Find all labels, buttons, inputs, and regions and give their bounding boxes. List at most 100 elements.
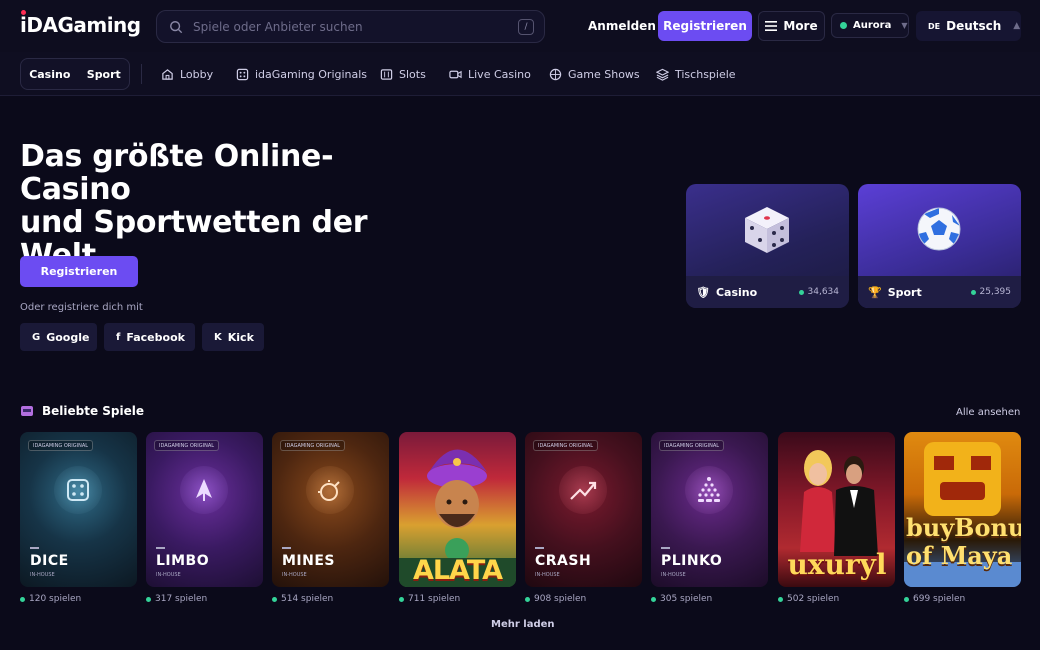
- title-accent: [30, 547, 39, 549]
- sport-category-card[interactable]: 🏆 Sport 25,395: [858, 184, 1021, 308]
- original-badge: IDAGAMING ORIGINAL: [28, 440, 94, 451]
- chips-stack-icon: [656, 68, 669, 81]
- players-count: 711 spielen: [408, 594, 461, 604]
- nav-slots-label: Slots: [399, 67, 426, 81]
- nav-table-games-label: Tischspiele: [675, 67, 736, 81]
- slot-machine-icon: [380, 68, 393, 80]
- kick-signup-button[interactable]: K Kick: [202, 323, 264, 351]
- casino-count-value: 34,634: [807, 287, 840, 297]
- title-accent: [661, 547, 670, 549]
- facebook-signup-button[interactable]: f Facebook: [104, 323, 195, 351]
- search-input[interactable]: [193, 19, 503, 34]
- view-all-link[interactable]: Alle ansehen: [956, 407, 1020, 418]
- casino-card-label: Casino: [715, 285, 758, 299]
- inhouse-label: IN-HOUSE: [30, 572, 55, 578]
- hamburger-icon: [765, 21, 778, 31]
- game-name: DICE: [30, 553, 69, 569]
- tab-sport[interactable]: Sport: [87, 68, 121, 81]
- load-more-button[interactable]: Mehr laden: [491, 619, 555, 630]
- video-camera-icon: [449, 70, 462, 78]
- game-name: PLINKO: [661, 553, 723, 569]
- online-dot-icon: [20, 596, 25, 602]
- players-count: 305 spielen: [660, 594, 713, 604]
- game-players-dice: 120 spielen: [20, 594, 81, 604]
- search-box[interactable]: /: [156, 10, 545, 43]
- game-art-title: ALATA: [412, 555, 503, 586]
- online-dot-icon: [904, 596, 909, 602]
- nav-originals[interactable]: idaGaming Originals: [236, 66, 367, 82]
- casino-category-card[interactable]: 🛡 Casino 34,634: [686, 184, 849, 308]
- chevron-down-icon: ▼: [901, 21, 908, 30]
- shield-icon: 🛡: [696, 285, 710, 299]
- more-menu-button[interactable]: More: [758, 11, 825, 41]
- plinko-pegs-icon: [698, 477, 720, 502]
- title-accent: [282, 547, 291, 549]
- hero-title-line-1: Das größte Online-Casino: [20, 139, 334, 207]
- nav-game-shows[interactable]: Game Shows: [549, 66, 640, 82]
- original-badge: IDAGAMING ORIGINAL: [154, 440, 220, 451]
- tab-casino[interactable]: Casino: [29, 68, 70, 81]
- nav-originals-label: idaGaming Originals: [255, 67, 368, 81]
- title-accent: [156, 547, 165, 549]
- game-tile-limbo[interactable]: IDAGAMING ORIGINAL LIMBO IN-HOUSE: [146, 432, 263, 587]
- trophy-icon: 🏆: [868, 285, 882, 299]
- hero-register-button[interactable]: Registrieren: [20, 256, 138, 287]
- language-flag-icon: DE: [928, 21, 941, 31]
- crash-emblem: [559, 466, 607, 514]
- nav-lobby[interactable]: Lobby: [161, 66, 213, 82]
- google-signup-button[interactable]: G Google: [20, 323, 97, 351]
- login-button[interactable]: Anmelden: [580, 12, 664, 40]
- search-icon: [170, 20, 183, 33]
- game-tile-luxury[interactable]: uxuryl: [778, 432, 895, 587]
- wheel-icon: [549, 68, 562, 80]
- online-dot-icon: [970, 289, 976, 295]
- game-tile-plinko[interactable]: IDAGAMING ORIGINAL PLINKO IN-HOUSE: [651, 432, 768, 587]
- site-logo[interactable]: iDAGaming: [20, 10, 141, 37]
- casino-sport-switch: Casino Sport: [20, 58, 130, 90]
- game-players-plinko: 305 spielen: [651, 594, 712, 604]
- players-count: 120 spielen: [29, 594, 82, 604]
- alt-signup-label: Oder registriere dich mit: [20, 302, 143, 313]
- game-players-mines: 514 spielen: [272, 594, 333, 604]
- nav-game-shows-label: Game Shows: [568, 67, 640, 81]
- players-count: 502 spielen: [787, 594, 840, 604]
- players-count: 908 spielen: [534, 594, 587, 604]
- soccer-ball-icon: [917, 207, 961, 251]
- server-label: Aurora: [853, 20, 892, 31]
- nav-live-casino[interactable]: Live Casino: [449, 66, 531, 82]
- online-dot-icon: [146, 596, 151, 602]
- online-dot-icon: [798, 289, 804, 295]
- online-dot-icon: [525, 596, 530, 602]
- game-tile-mines[interactable]: IDAGAMING ORIGINAL MINES IN-HOUSE: [272, 432, 389, 587]
- game-tile-maya[interactable]: buyBonu of Maya: [904, 432, 1021, 587]
- game-art-title: buyBonu of Maya: [906, 513, 1021, 570]
- game-tile-dice[interactable]: IDAGAMING ORIGINAL DICE IN-HOUSE: [20, 432, 137, 587]
- inhouse-label: IN-HOUSE: [282, 572, 307, 578]
- popular-games-title: Beliebte Spiele: [42, 404, 145, 418]
- sport-card-count: 25,395: [970, 287, 1011, 297]
- inhouse-label: IN-HOUSE: [661, 572, 686, 578]
- game-tile-crash[interactable]: IDAGAMING ORIGINAL CRASH IN-HOUSE: [525, 432, 642, 587]
- mines-emblem: [306, 466, 354, 514]
- facebook-icon: f: [116, 331, 121, 343]
- nav-slots[interactable]: Slots: [380, 66, 426, 82]
- slot-machine-icon: [21, 406, 33, 416]
- dice-emblem: [54, 466, 102, 514]
- game-art-title: uxuryl: [787, 548, 887, 581]
- inhouse-label: IN-HOUSE: [535, 572, 560, 578]
- game-name: LIMBO: [156, 553, 210, 569]
- trend-up-icon: [570, 481, 597, 500]
- players-count: 317 spielen: [155, 594, 208, 604]
- game-players-luxury: 502 spielen: [778, 594, 839, 604]
- dice-icon: [67, 479, 89, 501]
- language-selector[interactable]: DE Deutsch ▲: [916, 11, 1021, 41]
- nav-table-games[interactable]: Tischspiele: [656, 66, 736, 82]
- rocket-icon: [196, 479, 212, 501]
- inhouse-label: IN-HOUSE: [156, 572, 181, 578]
- game-tile-alata[interactable]: ALATA: [399, 432, 516, 587]
- logo-suffix: Gaming: [57, 13, 141, 37]
- sport-card-footer: 🏆 Sport 25,395: [858, 276, 1021, 308]
- server-selector[interactable]: Aurora ▼: [831, 13, 909, 38]
- online-dot-icon: [651, 596, 656, 602]
- register-button[interactable]: Registrieren: [658, 11, 752, 41]
